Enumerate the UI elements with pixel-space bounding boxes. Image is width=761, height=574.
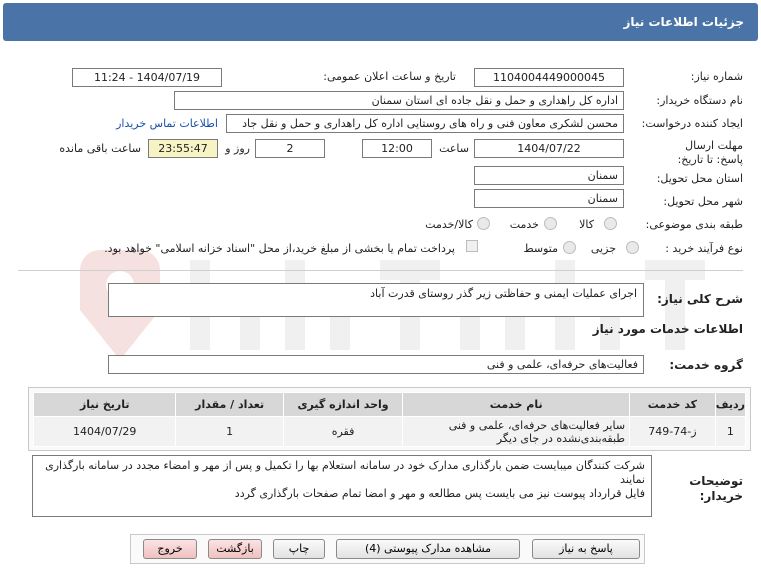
exit-button[interactable]: خروج bbox=[143, 539, 197, 559]
city-label: شهر محل تحویل: bbox=[663, 195, 743, 208]
deadline-time-field: 12:00 bbox=[362, 139, 432, 158]
cell-quantity: 1 bbox=[175, 416, 284, 447]
header-unit: واحد اندازه گیری bbox=[282, 392, 404, 417]
province-label: استان محل تحویل: bbox=[656, 172, 743, 185]
buyer-contact-link[interactable]: اطلاعات تماس خریدار bbox=[116, 117, 218, 130]
process-partial-label: جزیی bbox=[590, 242, 616, 255]
description-line-2: فایل قرارداد پیوست نیز می بایست پس مطالع… bbox=[234, 487, 645, 500]
days-label: روز و bbox=[225, 142, 250, 155]
time-remaining-label: ساعت باقی مانده bbox=[59, 142, 141, 155]
print-button[interactable]: چاپ bbox=[273, 539, 325, 559]
back-button[interactable]: بازگشت bbox=[208, 539, 262, 559]
header-need-date: تاریخ نیاز bbox=[32, 392, 177, 417]
need-number-label: شماره نیاز: bbox=[690, 70, 743, 83]
category-service-radio[interactable] bbox=[544, 217, 557, 230]
deadline-date-field: 1404/07/22 bbox=[474, 139, 624, 158]
view-attachments-button[interactable]: مشاهده مدارک پیوستی (4) bbox=[336, 539, 520, 559]
time-remaining-field: 23:55:47 bbox=[148, 139, 218, 158]
deadline-label: مهلت ارسال پاسخ: تا تاریخ: bbox=[677, 139, 743, 166]
days-remaining-field: 2 bbox=[255, 139, 325, 158]
header-service-name: نام خدمت bbox=[402, 392, 631, 417]
category-goods-service-radio[interactable] bbox=[477, 217, 490, 230]
page-header: جزئیات اطلاعات نیاز bbox=[3, 3, 758, 41]
summary-label: شرح کلی نیاز: bbox=[657, 292, 743, 306]
divider bbox=[18, 270, 743, 271]
process-medium-radio[interactable] bbox=[563, 241, 576, 254]
cell-row-number: 1 bbox=[714, 416, 747, 447]
need-number-field: 1104004449000045 bbox=[474, 68, 624, 87]
table-row: 1 ز-74-749 سایر فعالیت‌های حرفه‌ای، علمی… bbox=[32, 416, 747, 447]
city-field: سمنان bbox=[474, 189, 624, 208]
services-table: ردیف کد خدمت نام خدمت واحد اندازه گیری ت… bbox=[32, 392, 747, 447]
category-service-label: خدمت bbox=[509, 218, 539, 231]
buyer-description-field: شرکت کنندگان میبایست ضمن بارگذاری مدارک … bbox=[32, 455, 652, 517]
category-label: طبقه بندی موضوعی: bbox=[645, 218, 743, 231]
process-type-label: نوع فرآیند خرید : bbox=[665, 242, 743, 255]
header-row-number: ردیف bbox=[714, 392, 747, 417]
reply-to-need-button[interactable]: پاسخ به نیاز bbox=[532, 539, 640, 559]
buyer-field: اداره کل راهداری و حمل و نقل جاده ای است… bbox=[174, 91, 624, 110]
service-group-field: فعالیت‌های حرفه‌ای، علمی و فنی bbox=[108, 355, 644, 374]
service-group-label: گروه خدمت: bbox=[669, 358, 743, 372]
category-goods-radio[interactable] bbox=[604, 217, 617, 230]
cell-service-name: سایر فعالیت‌های حرفه‌ای، علمی و فنی طبقه… bbox=[402, 416, 631, 447]
province-field: سمنان bbox=[474, 166, 624, 185]
announce-date-field: 1404/07/19 - 11:24 bbox=[72, 68, 222, 87]
treasury-payment-note: پرداخت تمام یا بخشی از مبلغ خرید،از محل … bbox=[104, 242, 455, 255]
category-goods-service-label: کالا/خدمت bbox=[425, 218, 473, 231]
cell-need-date: 1404/07/29 bbox=[32, 416, 177, 447]
buyer-label: نام دستگاه خریدار: bbox=[656, 94, 743, 107]
page-title: جزئیات اطلاعات نیاز bbox=[623, 15, 744, 29]
deadline-time-label: ساعت bbox=[439, 142, 469, 155]
creator-field: محسن لشکری معاون فنی و راه های روستایی ا… bbox=[226, 114, 624, 133]
announce-date-label: تاریخ و ساعت اعلان عمومی: bbox=[323, 70, 456, 83]
cell-unit: فقره bbox=[282, 416, 404, 447]
creator-label: ایجاد کننده درخواست: bbox=[641, 117, 743, 130]
cell-service-code: ز-74-749 bbox=[629, 416, 716, 447]
treasury-payment-checkbox[interactable] bbox=[466, 240, 478, 252]
header-service-code: کد خدمت bbox=[629, 392, 716, 417]
table-header-row: ردیف کد خدمت نام خدمت واحد اندازه گیری ت… bbox=[32, 392, 747, 417]
summary-field: اجرای عملیات ایمنی و حفاظتی زیر گذر روست… bbox=[108, 283, 644, 317]
header-quantity: تعداد / مقدار bbox=[175, 392, 284, 417]
category-goods-label: کالا bbox=[579, 218, 594, 231]
process-medium-label: متوسط bbox=[523, 242, 558, 255]
services-section-title: اطلاعات خدمات مورد نیاز bbox=[592, 322, 743, 336]
process-partial-radio[interactable] bbox=[626, 241, 639, 254]
description-line-1: شرکت کنندگان میبایست ضمن بارگذاری مدارک … bbox=[45, 459, 645, 486]
buyer-description-label: توضیحات خریدار: bbox=[689, 474, 743, 503]
